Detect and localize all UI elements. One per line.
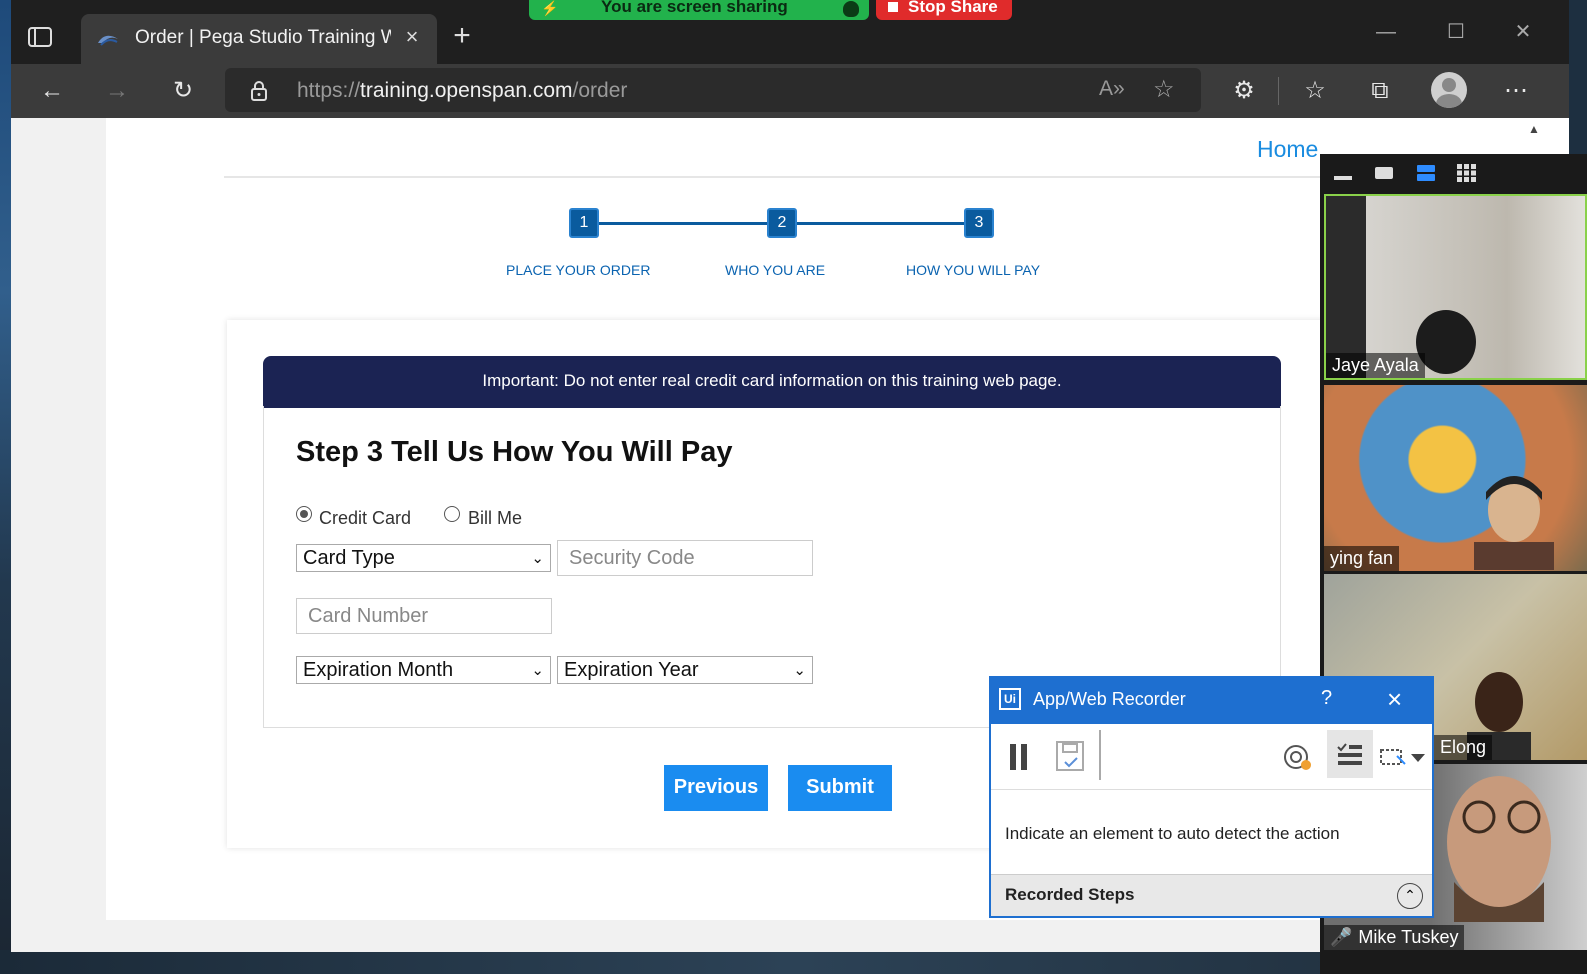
save-icon[interactable] [1055,740,1085,772]
card-type-value: Card Type [303,547,395,569]
refresh-icon[interactable]: ↻ [166,74,200,108]
expiration-month-value: Expiration Month [303,659,454,681]
uipath-logo-icon: Ui [999,688,1021,710]
shield-icon [843,1,859,17]
avatar-body [1436,94,1462,108]
muted-microphone-icon: 🎤 [1330,927,1353,947]
chevron-down-icon: ⌄ [531,550,544,567]
close-tab-icon[interactable]: × [399,24,425,50]
participant-silhouette [1447,776,1551,922]
extensions-icon[interactable]: ⚙ [1227,74,1261,108]
expiration-month-select[interactable]: Expiration Month ⌄ [296,656,551,684]
credit-card-label[interactable]: Credit Card [319,508,411,529]
header-divider [224,176,1324,178]
tab-title: Order | Pega Studio Training Web [135,27,391,48]
close-icon[interactable]: × [1387,684,1402,715]
collapse-chevron-icon[interactable]: ⌃ [1397,883,1423,909]
scroll-up-arrow[interactable]: ▲ [1528,122,1540,136]
bill-me-label[interactable]: Bill Me [468,508,522,529]
security-code-input[interactable]: Security Code [557,540,813,576]
step-2-label: WHO YOU ARE [725,262,826,278]
minimize-icon[interactable]: — [1371,18,1401,48]
avatar-head [1442,78,1456,92]
chevron-down-icon: ⌄ [531,662,544,679]
forward-icon[interactable]: → [100,74,134,108]
collections-icon[interactable]: ⧉ [1363,74,1397,108]
checklist-icon [1337,743,1362,765]
add-favorite-icon[interactable]: ☆ [1153,75,1175,104]
participant-name: 🎤 Mike Tuskey [1324,925,1465,950]
step-1-badge: 1 [569,208,599,238]
toolbar-divider [1278,77,1279,105]
zoom-view-toolbar [1320,154,1587,192]
form-title: Step 3 Tell Us How You Will Pay [296,436,733,468]
lock-icon[interactable] [249,80,269,102]
maximize-icon[interactable]: ☐ [1441,18,1471,48]
participant-name: ying fan [1324,546,1400,571]
pega-favicon-icon [98,35,118,46]
url-text[interactable]: https://training.openspan.com/order [297,79,627,103]
stop-share-label: Stop Share [908,0,998,16]
more-menu-icon[interactable]: ⋯ [1499,74,1533,108]
close-window-icon[interactable]: ✕ [1508,18,1538,48]
participant-silhouette [1474,476,1554,570]
app-web-recorder: Ui App/Web Recorder ? × Indicate an elem… [989,676,1434,918]
step-3-label: HOW YOU WILL PAY [906,262,1041,278]
profile-avatar[interactable] [1431,72,1467,108]
minimize-video-icon[interactable] [1332,164,1354,182]
favorites-icon[interactable]: ☆ [1298,74,1332,108]
step-2-badge: 2 [767,208,797,238]
browser-toolbar: ← → ↻ https://training.openspan.com/orde… [11,64,1569,118]
help-icon[interactable]: ? [1321,687,1332,710]
card-type-select[interactable]: Card Type ⌄ [296,544,551,572]
previous-button[interactable]: Previous [664,765,768,811]
back-icon[interactable]: ← [35,74,69,108]
pause-icon[interactable] [1007,742,1031,772]
participant-name: Elong [1434,735,1493,760]
gallery-view-icon[interactable] [1456,164,1478,182]
step-3-badge: 3 [964,208,994,238]
recorded-steps-header[interactable]: Recorded Steps ⌃ [991,874,1432,916]
step-connector [599,222,767,225]
new-tab-button[interactable]: + [447,21,477,52]
single-view-icon[interactable] [1373,164,1395,182]
step-connector [796,222,966,225]
tab-actions-icon[interactable] [25,22,55,52]
recorder-message: Indicate an element to auto detect the a… [1005,824,1340,843]
steps-list-button[interactable] [1327,730,1373,778]
recorded-steps-label: Recorded Steps [1005,885,1135,904]
recorder-toolbar [991,724,1432,790]
read-aloud-icon[interactable]: A» [1099,77,1125,101]
recorder-title: App/Web Recorder [1033,689,1186,709]
participant-video[interactable]: ying fan [1324,385,1587,571]
credit-card-radio[interactable] [296,506,312,522]
submit-button[interactable]: Submit [788,765,892,811]
url-scheme: https:// [297,79,361,102]
selector-dropdown-icon[interactable] [1379,742,1425,772]
url-host: training.openspan.com [360,79,573,102]
toolbar-divider [1099,730,1101,780]
expiration-year-value: Expiration Year [564,659,699,681]
participant-name: Jaye Ayala [1326,353,1425,378]
url-path: /order [572,79,628,102]
warning-banner: Important: Do not enter real credit card… [263,356,1281,408]
recorder-title-bar: Ui App/Web Recorder ? × [991,678,1432,724]
screen-sharing-status: You are screen sharing [601,0,788,16]
step-1-label: PLACE YOUR ORDER [506,262,651,278]
stacked-view-icon[interactable] [1415,164,1437,182]
screen-sharing-banner[interactable]: ⚡ You are screen sharing [529,0,869,20]
stop-icon [888,2,898,12]
stop-share-button[interactable]: Stop Share [876,0,1012,20]
expiration-year-select[interactable]: Expiration Year ⌄ [557,656,813,684]
address-bar[interactable]: https://training.openspan.com/order A» ☆ [225,68,1201,112]
target-icon[interactable] [1283,744,1313,772]
participant-name-text: Mike Tuskey [1358,927,1459,947]
card-number-input[interactable]: Card Number [296,598,552,634]
home-link[interactable]: Home [1257,136,1318,163]
bill-me-radio[interactable] [444,506,460,522]
tab-order[interactable]: Order | Pega Studio Training Web × [81,14,437,64]
participant-video[interactable]: Jaye Ayala [1324,194,1587,380]
chevron-down-icon: ⌄ [793,662,806,679]
share-indicator-icon: ⚡ [541,0,559,16]
